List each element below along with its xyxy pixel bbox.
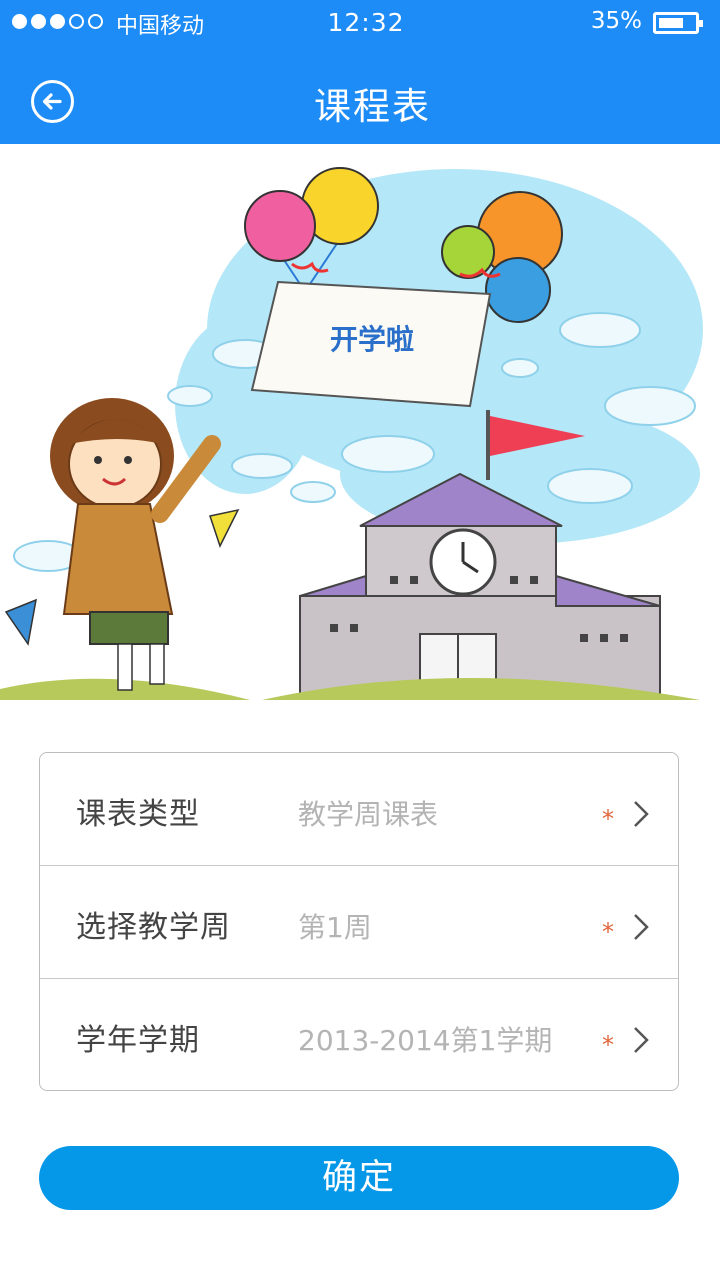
battery-icon [653, 12, 703, 34]
field-label: 学年学期 [76, 1023, 200, 1058]
app-header: 中国移动 12:32 35% 课程表 [0, 0, 720, 144]
required-mark: * [602, 918, 614, 946]
status-bar: 中国移动 12:32 35% [0, 0, 720, 48]
school-opening-illustration: 开学啦 [0, 167, 703, 700]
field-value[interactable]: 2013-2014第1学期 [298, 1019, 552, 1059]
required-mark: * [602, 1031, 614, 1059]
chevron-right-icon[interactable] [633, 1026, 649, 1054]
field-value[interactable]: 第1周 [298, 906, 372, 946]
battery-level [659, 18, 683, 28]
form-row-teaching-week[interactable]: 选择教学周 第1周 * [40, 866, 678, 979]
field-label: 选择教学周 [76, 910, 231, 945]
form-row-schedule-type[interactable]: 课表类型 教学周课表 * [40, 753, 678, 866]
required-mark: * [602, 805, 614, 833]
field-value[interactable]: 教学周课表 [298, 793, 438, 833]
battery-percent: 35% [590, 8, 642, 34]
chevron-right-icon[interactable] [633, 913, 649, 941]
form-row-semester[interactable]: 学年学期 2013-2014第1学期 * [40, 979, 678, 1092]
chevron-right-icon[interactable] [633, 800, 649, 828]
banner-text: 开学啦 [330, 323, 414, 356]
page-title: 课程表 [314, 85, 431, 128]
confirm-button[interactable]: 确定 [39, 1146, 679, 1210]
field-label: 课表类型 [76, 797, 200, 832]
course-query-form: 课表类型 教学周课表 * 选择教学周 第1周 * 学年学期 2013-2014第… [39, 752, 679, 1091]
